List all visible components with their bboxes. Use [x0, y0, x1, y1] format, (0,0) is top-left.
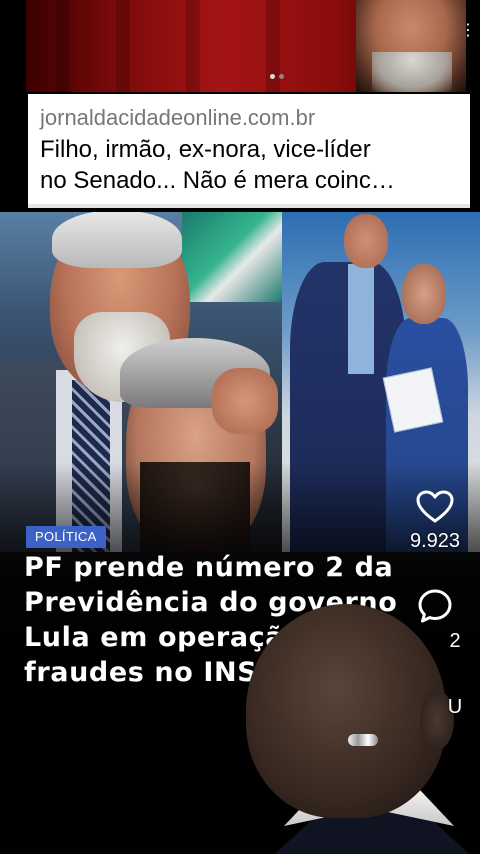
comment-button[interactable]: 2 [390, 588, 480, 653]
earring [348, 734, 378, 746]
comment-count: 2 [449, 630, 461, 652]
hand-on-head [212, 368, 278, 434]
carousel-dots [270, 74, 284, 79]
share-button[interactable]: U [390, 690, 480, 719]
headline-line: PF prende número 2 da [24, 552, 394, 583]
curtain-fold [116, 0, 130, 92]
link-preview-card[interactable]: jornaldacidadeonline.com.br Filho, irmão… [28, 94, 470, 208]
link-title: Filho, irmão, ex-nora, vice-líder no Sen… [40, 134, 470, 196]
background-banner [182, 212, 282, 302]
like-count: 9.923 [409, 530, 461, 552]
link-domain: jornaldacidadeonline.com.br [40, 105, 316, 130]
share-count: U [447, 696, 463, 718]
category-tag: POLÍTICA [26, 526, 106, 548]
preview-beard-image [372, 52, 452, 92]
face-standing-left [344, 214, 388, 268]
more-options-icon[interactable]: ⋮ [460, 22, 476, 38]
light-blue-shirt [348, 264, 374, 374]
face-standing-right [402, 264, 446, 324]
link-title-line: Filho, irmão, ex-nora, vice-líder [40, 136, 371, 163]
curtain-fold [186, 0, 200, 92]
heart-icon [416, 490, 454, 523]
like-button[interactable]: 9.923 [390, 490, 480, 553]
link-title-line: no Senado... Não é mera coinc… [40, 167, 395, 194]
carousel-dot-active [270, 74, 275, 79]
carousel-dot [279, 74, 284, 79]
carousel-preview[interactable] [26, 0, 466, 92]
curtain-fold [56, 0, 70, 92]
comment-icon [418, 589, 452, 623]
white-hair [52, 212, 182, 268]
